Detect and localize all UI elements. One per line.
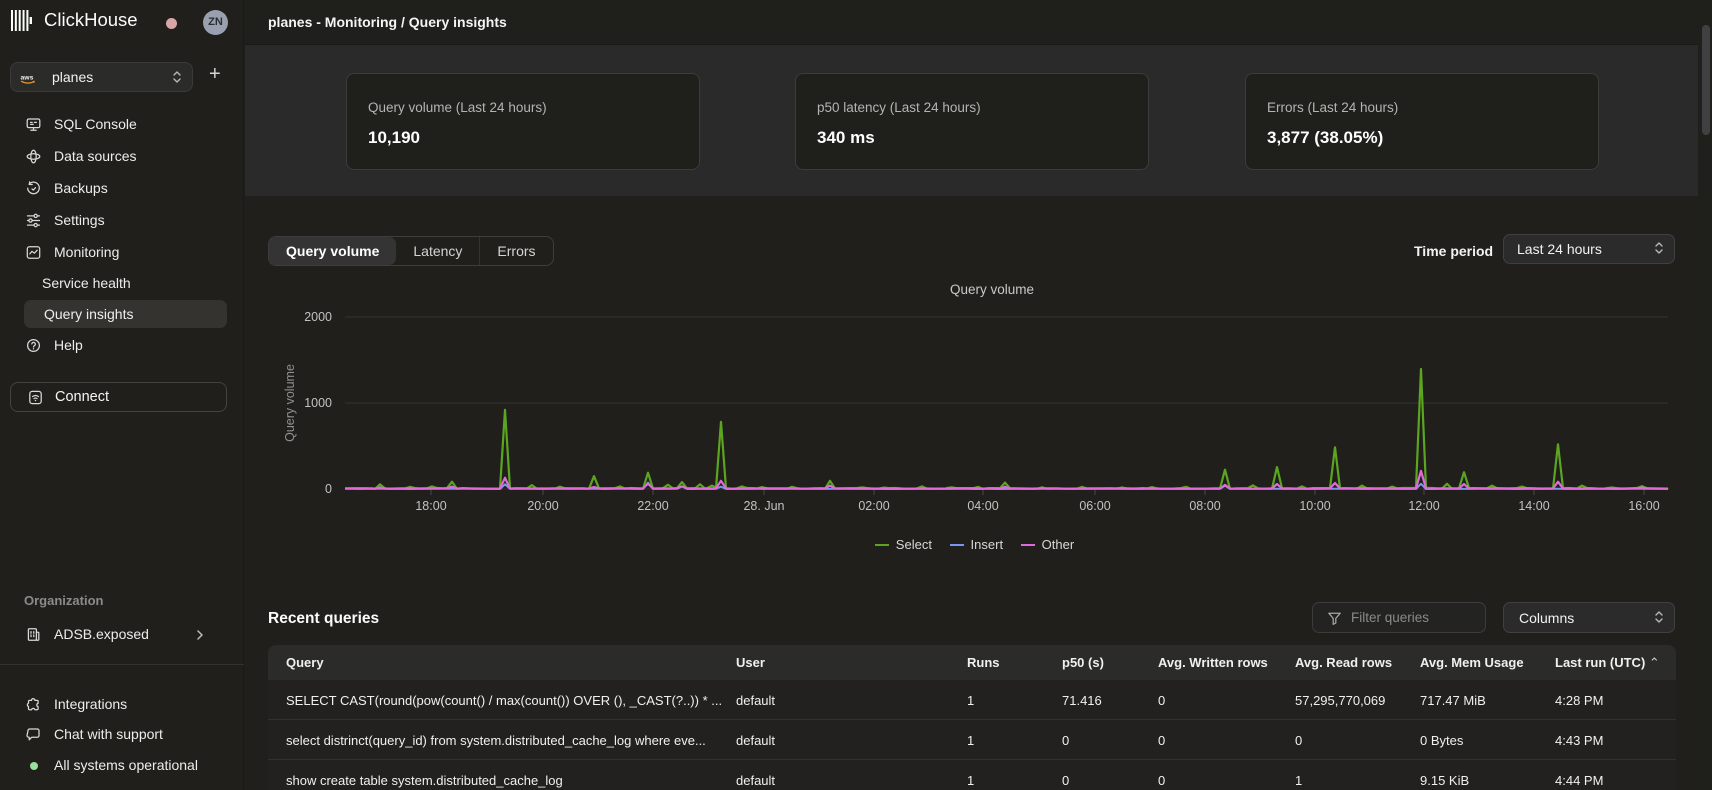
svg-text:04:00: 04:00 (967, 499, 998, 513)
svg-text:16:00: 16:00 (1628, 499, 1659, 513)
svg-text:14:00: 14:00 (1518, 499, 1549, 513)
svg-text:Query volume: Query volume (283, 364, 297, 442)
svg-text:1000: 1000 (304, 396, 332, 410)
svg-text:06:00: 06:00 (1079, 499, 1110, 513)
svg-text:0: 0 (325, 482, 332, 496)
svg-text:18:00: 18:00 (415, 499, 446, 513)
svg-text:2000: 2000 (304, 310, 332, 324)
svg-text:10:00: 10:00 (1299, 499, 1330, 513)
svg-text:12:00: 12:00 (1408, 499, 1439, 513)
svg-text:08:00: 08:00 (1189, 499, 1220, 513)
svg-text:22:00: 22:00 (637, 499, 668, 513)
svg-text:aws: aws (21, 75, 34, 82)
svg-text:20:00: 20:00 (527, 499, 558, 513)
svg-text:Query volume: Query volume (950, 282, 1034, 297)
svg-text:28. Jun: 28. Jun (743, 499, 784, 513)
svg-text:02:00: 02:00 (858, 499, 889, 513)
